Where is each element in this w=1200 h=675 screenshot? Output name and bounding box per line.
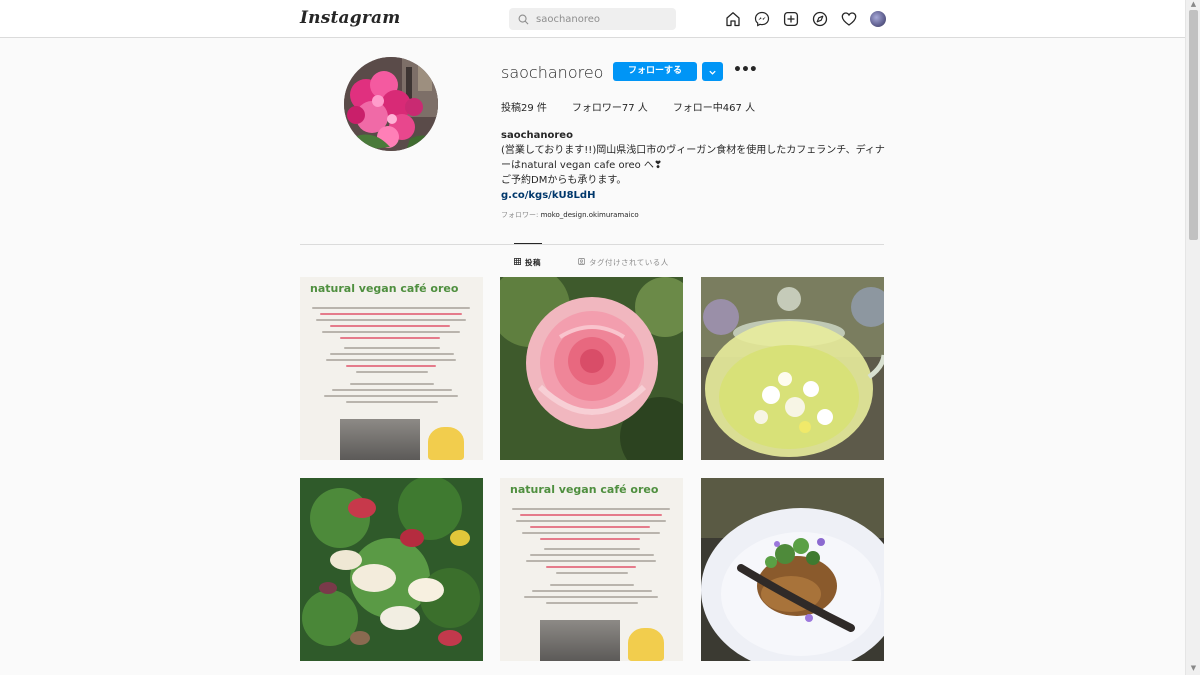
tab-tagged-label: タグ付けされている人 [589,258,669,267]
nav-icons [724,10,898,28]
profile-stats: 投稿29 件 フォロワー77 人 フォロー中467 人 [501,99,780,114]
search-icon [518,10,529,29]
new-post-icon[interactable] [782,10,800,28]
tagged-user-icon [578,258,589,267]
profile-avatar[interactable] [869,10,887,28]
bio-name: saochanoreo [501,130,573,141]
bio-line-1: (営業しております!!)岡山県浅口市のヴィーガン食材を使用したカフェランチ、ディ… [501,145,885,156]
activity-heart-icon[interactable] [840,10,858,28]
messenger-icon[interactable] [753,10,771,28]
scroll-up-icon[interactable]: ▲ [1189,0,1198,8]
post-flyer-2[interactable]: natural vegan café oreo [500,478,683,661]
follow-button[interactable]: フォローする [613,62,697,81]
flyer-title: natural vegan café oreo [310,282,459,295]
profile-picture[interactable] [344,57,438,151]
search-input[interactable]: saochanoreo [509,8,676,30]
post-tea-pot[interactable] [701,277,884,460]
active-tab-indicator [514,243,542,244]
instagram-logo[interactable]: Instagram [300,8,400,28]
profile-bio: saochanoreo (営業しております!!)岡山県浅口市のヴィーガン食材を使… [501,128,891,203]
followed-by-label: フォロワー: [501,211,541,219]
tab-tagged[interactable]: タグ付けされている人 [578,257,669,268]
search-text: saochanoreo [536,13,601,25]
posts-count: 投稿29 件 [501,103,547,114]
page-scrollbar[interactable]: ▲ ▼ [1185,0,1200,675]
tab-posts[interactable]: 投稿 [514,257,541,268]
tab-posts-label: 投稿 [525,258,541,267]
scroll-down-icon[interactable]: ▼ [1189,664,1198,672]
flyer-title: natural vegan café oreo [510,483,659,496]
flyer-photo [540,620,620,661]
post-salad[interactable] [300,478,483,661]
post-plated-dish[interactable] [701,478,884,661]
avatar [870,11,886,27]
followed-by: フォロワー: moko_design.okimuramaico [501,210,639,220]
flyer-photo [340,419,420,460]
scroll-thumb[interactable] [1189,10,1198,240]
flyer-toy [428,427,464,460]
profile-username: saochanoreo [501,63,604,82]
post-flyer-1[interactable]: natural vegan café oreo [300,277,483,460]
options-more-icon[interactable]: ••• [733,62,758,80]
followers-count[interactable]: フォロワー77 人 [572,99,648,114]
following-count[interactable]: フォロー中467 人 [673,99,755,114]
explore-icon[interactable] [811,10,829,28]
home-icon[interactable] [724,10,742,28]
top-navbar: Instagram saochanoreo [0,0,1185,38]
grid-icon [514,258,525,267]
followed-by-user[interactable]: moko_design.okimuramaico [541,211,639,219]
suggested-accounts-button[interactable] [702,62,723,81]
flyer-toy [628,628,664,661]
bio-link[interactable]: g.co/kgs/kU8LdH [501,188,891,203]
tabs-divider [300,244,884,245]
post-rose[interactable] [500,277,683,460]
chevron-down-icon [708,62,717,81]
bio-line-3: ご予約DMからも承ります。 [501,175,627,186]
bio-line-2: ーはnatural vegan cafe oreo へ❣ [501,160,663,171]
